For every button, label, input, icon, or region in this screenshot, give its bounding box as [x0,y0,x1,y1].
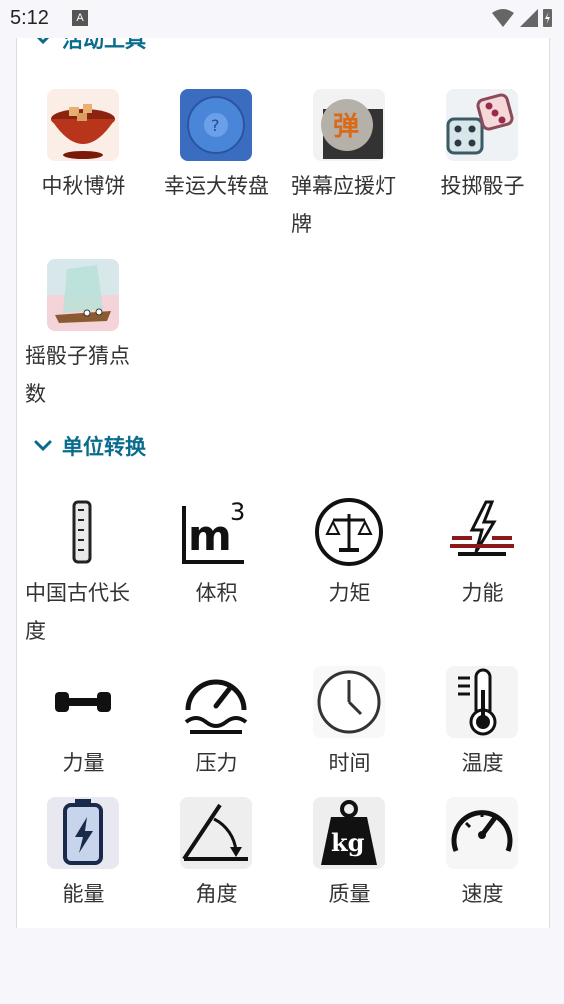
tool-label: 摇骰子猜点数 [25,344,130,406]
pressure-gauge-icon [180,666,252,738]
svg-text:弹: 弹 [333,112,359,142]
section-title-unit: 单位转换 [62,435,146,459]
section-header-unit[interactable]: 单位转换 [33,431,146,461]
thermometer-icon [446,666,518,738]
dumbbell-icon [47,666,119,738]
wifi-icon [492,9,514,27]
system-icons [492,9,552,27]
dice-icon [446,89,518,161]
chevron-down-icon [34,440,52,452]
balance-scale-icon [313,496,385,568]
notification-icon: A [72,10,88,26]
tool-label: 速度 [461,882,504,906]
tool-label: 力量 [62,751,105,775]
speedometer-icon [446,797,518,869]
tool-label: 时间 [328,751,371,775]
tool-label: 压力 [195,751,238,775]
tool-label: 质量 [328,882,371,906]
cubic-meter-icon: m3 [180,496,252,568]
tool-label: 能量 [62,882,105,906]
mooncake-bowl-icon [47,89,119,161]
danmaku-icon: 弹 [313,89,385,161]
energy-bolt-icon [446,496,518,568]
status-time: 5:12 [10,7,49,29]
bottom-area [0,928,564,1004]
clock-icon [313,666,385,738]
tool-label: 投掷骰子 [440,174,525,198]
ruler-icon [47,496,119,568]
tools-card: 活动工具 中秋博饼 ? 幸运大转盘 弹 弹幕应援灯牌 投掷骰子 摇骰子猜点数 单… [16,0,550,928]
tool-label: 力能 [461,581,504,605]
tool-label: 中秋博饼 [41,174,126,198]
lucky-wheel-icon: ? [180,89,252,161]
tool-label: 角度 [195,882,238,906]
tool-label: 温度 [461,751,504,775]
svg-text:3: 3 [230,498,245,526]
angle-icon [180,797,252,869]
battery-icon [47,797,119,869]
tool-label: 力矩 [328,581,371,605]
svg-text:?: ? [211,116,220,135]
dice-cup-icon [47,259,119,331]
tool-label: 幸运大转盘 [164,174,269,198]
signal-icon [520,9,538,27]
svg-text:kg: kg [331,828,365,857]
svg-text:m: m [188,511,232,560]
tool-label: 中国古代长度 [25,581,130,643]
tool-label: 体积 [195,581,238,605]
kg-weight-icon: kg [313,797,385,869]
tool-label: 弹幕应援灯牌 [291,174,396,236]
status-bar: 5:12 A [0,0,564,38]
